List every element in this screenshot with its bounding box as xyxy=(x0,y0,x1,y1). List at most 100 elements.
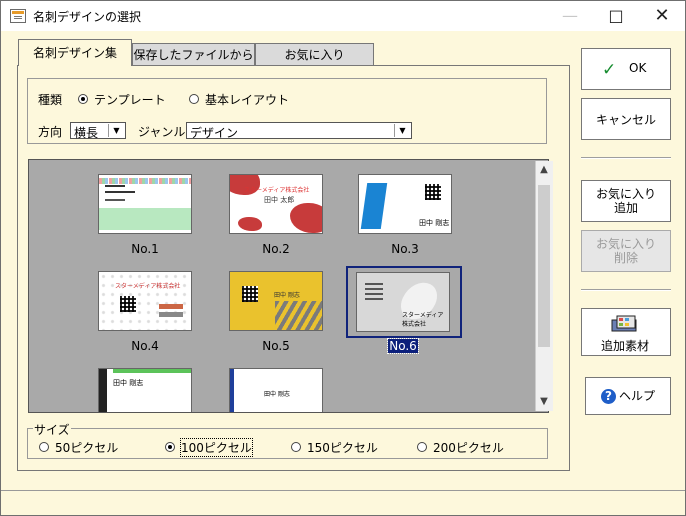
stripe-decoration xyxy=(99,178,191,184)
help-button[interactable]: ? ヘルプ xyxy=(585,377,671,415)
design-selection-window: 名刺デザインの選択 — □ ✕ 名刺デザイン集 保存したファイルから お気に入り… xyxy=(0,0,686,516)
gallery-scrollbar[interactable]: ▲ ▼ xyxy=(535,161,553,411)
navy-bar xyxy=(230,369,234,412)
maximize-icon: □ xyxy=(608,6,624,25)
card-text-lines xyxy=(105,185,125,187)
design-label-4[interactable]: No.4 xyxy=(98,339,192,353)
ok-label: OK xyxy=(629,61,647,75)
help-label: ヘルプ xyxy=(618,389,655,403)
ok-button[interactable]: ✓ OK xyxy=(581,48,671,90)
red-ink-shape xyxy=(238,217,262,231)
template-label[interactable]: テンプレート xyxy=(94,91,166,108)
card-text-lines xyxy=(365,283,383,285)
chevron-down-icon: ▼ xyxy=(108,124,124,137)
scroll-down-icon[interactable]: ▼ xyxy=(539,397,549,407)
selected-design-label: No.6 xyxy=(387,338,419,354)
card-name: 田中 剛志 xyxy=(274,292,300,299)
green-line xyxy=(113,369,191,373)
size-50-label[interactable]: 50ピクセル xyxy=(55,439,118,456)
size-group: サイズ 50ピクセル 100ピクセル 150ピクセル 200ピクセル xyxy=(27,421,548,459)
genre-label: ジャンル xyxy=(138,125,186,139)
tab-saved-files[interactable]: 保存したファイルから xyxy=(132,43,255,66)
separator xyxy=(581,289,671,291)
card-name: 田中 剛志 xyxy=(264,391,290,398)
cancel-button[interactable]: キャンセル xyxy=(581,98,671,140)
check-icon: ✓ xyxy=(602,60,617,80)
separator xyxy=(581,157,671,159)
size-150-radio[interactable] xyxy=(291,442,301,452)
filter-group: 種類 テンプレート 基本レイアウト 方向 横長 ▼ ジャンル デザイン ▼ xyxy=(27,78,547,144)
size-200-radio[interactable] xyxy=(417,442,427,452)
maximize-button[interactable]: □ xyxy=(593,1,639,31)
cancel-label: キャンセル xyxy=(595,113,656,127)
basic-layout-radio[interactable] xyxy=(189,94,199,104)
green-band xyxy=(99,208,191,230)
size-title: サイズ xyxy=(33,421,71,438)
design-card-8[interactable]: 田中 剛志 xyxy=(229,368,323,412)
remove-favorite-label: お気に入り 削除 xyxy=(595,237,656,265)
add-favorite-button[interactable]: お気に入り 追加 xyxy=(581,180,671,222)
question-icon: ? xyxy=(600,389,616,404)
minimize-icon: — xyxy=(562,6,578,25)
tab-label: 名刺デザイン集 xyxy=(32,46,117,60)
scroll-up-icon[interactable]: ▲ xyxy=(539,165,549,175)
design-card-4[interactable]: スターメディア株式会社 xyxy=(98,271,192,331)
qr-code-icon xyxy=(242,286,258,302)
design-card-6[interactable]: スターメディア株式会社 xyxy=(356,272,450,332)
window-title: 名刺デザインの選択 xyxy=(33,10,142,24)
orientation-select[interactable]: 横長 ▼ xyxy=(70,122,126,140)
card-company: スターメディア株式会社 xyxy=(244,187,310,194)
design-card-2[interactable]: スターメディア株式会社 田中 太郎 xyxy=(229,174,323,234)
design-card-7[interactable]: 田中 剛志 xyxy=(98,368,192,412)
card-name: 田中 剛志 xyxy=(419,219,450,227)
design-tab-panel: 種類 テンプレート 基本レイアウト 方向 横長 ▼ ジャンル デザイン ▼ No.1… xyxy=(17,65,570,471)
design-label-3[interactable]: No.3 xyxy=(358,242,452,256)
design-gallery: No.1 スターメディア株式会社 田中 太郎 No.2 田中 剛志 No.3 スタ… xyxy=(28,159,549,413)
size-200-label[interactable]: 200ピクセル xyxy=(433,439,504,456)
card-company: スターメディア株式会社 xyxy=(115,283,181,290)
app-window-icon xyxy=(10,9,26,23)
qr-code-icon xyxy=(425,184,441,200)
design-label-6[interactable]: No.6 xyxy=(356,338,450,354)
blue-building-graphic xyxy=(360,183,388,229)
card-text-lines xyxy=(159,304,183,309)
tab-design-collection[interactable]: 名刺デザイン集 xyxy=(18,39,132,66)
black-bar xyxy=(99,369,107,412)
status-divider xyxy=(1,490,685,491)
red-ink-shape xyxy=(290,203,322,233)
size-100-radio[interactable] xyxy=(165,442,175,452)
type-label: 種類 xyxy=(38,93,63,107)
size-50-radio[interactable] xyxy=(39,442,49,452)
size-150-label[interactable]: 150ピクセル xyxy=(307,439,378,456)
qr-code-icon xyxy=(120,296,136,312)
minimize-button[interactable]: — xyxy=(547,1,593,31)
add-material-button[interactable]: 追加素材 xyxy=(581,308,671,356)
size-100-label[interactable]: 100ピクセル xyxy=(180,438,253,457)
design-card-1[interactable] xyxy=(98,174,192,234)
card-name: 田中 剛志 xyxy=(113,379,144,387)
design-card-5[interactable]: 田中 剛志 xyxy=(229,271,323,331)
card-name: 田中 太郎 xyxy=(264,196,295,204)
remove-favorite-button[interactable]: お気に入り 削除 xyxy=(581,230,671,272)
status-bar xyxy=(1,492,685,515)
design-label-5[interactable]: No.5 xyxy=(229,339,323,353)
genre-select[interactable]: デザイン ▼ xyxy=(186,122,412,140)
orientation-value: 横長 xyxy=(74,126,99,140)
tab-label: お気に入り xyxy=(284,48,345,62)
title-bar: 名刺デザインの選択 — □ ✕ xyxy=(1,1,685,31)
template-radio[interactable] xyxy=(78,94,88,104)
scroll-thumb[interactable] xyxy=(538,185,550,347)
design-label-1[interactable]: No.1 xyxy=(98,242,192,256)
close-button[interactable]: ✕ xyxy=(639,1,685,31)
chevron-down-icon: ▼ xyxy=(394,124,410,137)
design-label-2[interactable]: No.2 xyxy=(229,242,323,256)
stripe-decoration xyxy=(275,301,322,330)
add-favorite-label: お気に入り 追加 xyxy=(595,187,656,215)
design-card-3[interactable]: 田中 剛志 xyxy=(358,174,452,234)
close-icon: ✕ xyxy=(654,5,670,26)
tab-label: 保存したファイルから xyxy=(133,48,254,62)
genre-value: デザイン xyxy=(190,126,239,140)
basic-layout-label[interactable]: 基本レイアウト xyxy=(205,91,289,108)
tab-favorites[interactable]: お気に入り xyxy=(255,43,374,66)
orientation-label: 方向 xyxy=(38,125,63,139)
